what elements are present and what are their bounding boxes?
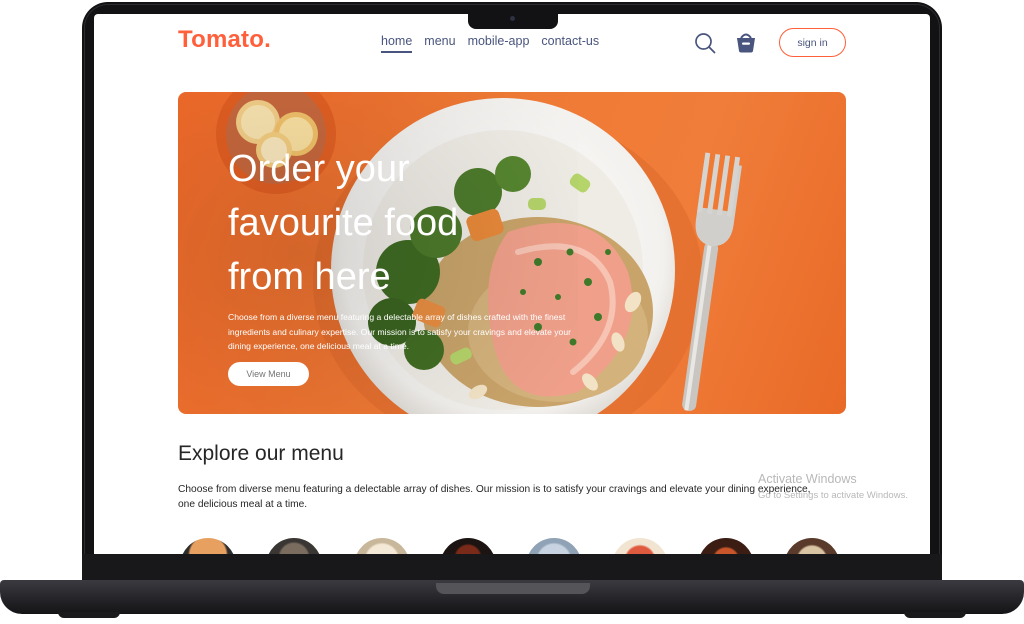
camera-notch (468, 12, 558, 29)
laptop-foot (58, 612, 120, 618)
menu-category-item[interactable] (440, 538, 496, 554)
nav-item-contact-us[interactable]: contact-us (541, 34, 599, 53)
activate-windows-subtitle: Go to Settings to activate Windows. (758, 490, 908, 501)
hero-description: Choose from a diverse menu featuring a d… (228, 312, 571, 351)
nav-item-menu[interactable]: menu (424, 34, 455, 53)
nav-item-home[interactable]: home (381, 34, 413, 53)
hero-banner: Order your favourite food from here Choo… (178, 92, 846, 414)
sign-in-button[interactable]: sign in (779, 28, 846, 57)
laptop-trackpad-notch (436, 583, 590, 594)
explore-menu-title: Explore our menu (178, 442, 344, 465)
explore-menu-description: Choose from diverse menu featuring a del… (178, 484, 811, 510)
laptop-screen: Tomato. home menu mobile-app contact-us … (94, 14, 930, 554)
menu-category-item[interactable] (784, 538, 840, 554)
laptop-foot (904, 612, 966, 618)
menu-category-item[interactable] (180, 538, 236, 554)
hero-title: Order your favourite food from here (228, 148, 459, 298)
view-menu-button[interactable]: View Menu (228, 362, 309, 386)
activate-windows-title: Activate Windows (758, 472, 857, 486)
main-nav: home menu mobile-app contact-us (381, 34, 599, 53)
basket-icon[interactable] (734, 30, 758, 54)
search-icon[interactable] (694, 32, 716, 54)
menu-category-item[interactable] (612, 538, 668, 554)
menu-category-item[interactable] (266, 538, 322, 554)
menu-category-item[interactable] (698, 538, 754, 554)
brand-logo[interactable]: Tomato. (178, 26, 271, 54)
menu-category-item[interactable] (354, 538, 410, 554)
menu-category-list (180, 538, 850, 554)
nav-item-mobile-app[interactable]: mobile-app (468, 34, 530, 53)
laptop-chin (82, 554, 942, 582)
menu-category-item[interactable] (526, 538, 582, 554)
